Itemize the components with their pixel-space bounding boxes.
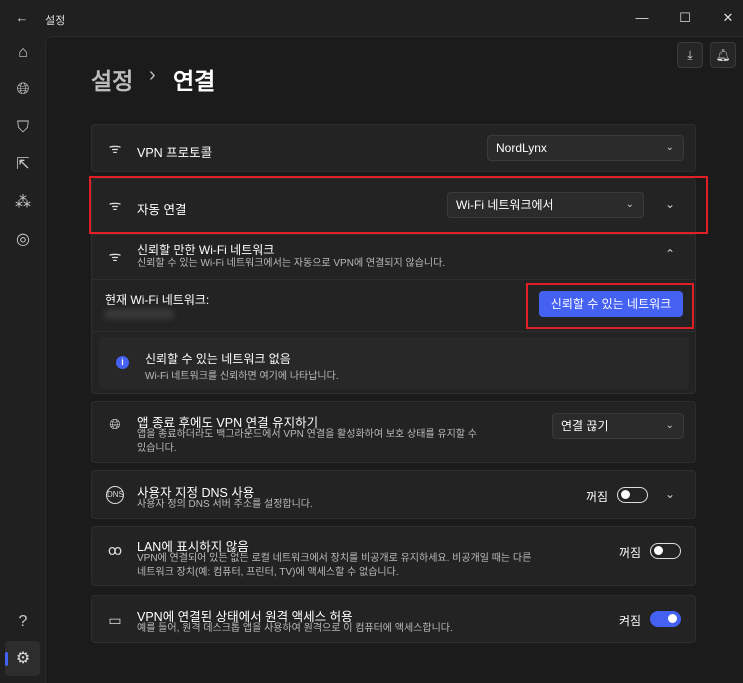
breadcrumb-root[interactable]: 설정 [91, 62, 133, 96]
globe-icon[interactable]: 🌐︎ [12, 79, 34, 101]
target-icon[interactable]: ◎ [12, 229, 34, 251]
custom-dns-toggle[interactable] [617, 487, 648, 503]
wifi-star-icon: ᯤ [108, 140, 122, 156]
meshnet-icon[interactable]: ⁂ [12, 192, 34, 214]
minimize-button[interactable]: — [630, 6, 654, 30]
lan-invisible-desc: VPN에 연결되어 있든 없든 로컬 네트워크에서 장치를 비공개로 유지하세요… [137, 553, 532, 578]
bell-icon[interactable]: 🔔︎ [710, 42, 736, 68]
remote-access-row: ▭ VPN에 연결된 상태에서 원격 액세스 허용 예를 들어, 원격 데스크톱… [91, 595, 696, 643]
shield-icon[interactable]: ⛉ [12, 117, 34, 139]
lan-invisible-toggle[interactable] [650, 543, 681, 559]
home-icon[interactable]: ⌂ [12, 42, 34, 64]
dns-icon: DNS [106, 486, 124, 504]
vpn-protocol-title: VPN 프로토콜 [137, 146, 213, 160]
current-wifi-label: 현재 Wi-Fi 네트워크: [105, 293, 210, 307]
lan-invisible-row: ꝏ LAN에 표시하지 않음 VPN에 연결되어 있든 없든 로컬 네트워크에서… [91, 526, 696, 586]
remote-desktop-icon: ▭ [108, 612, 122, 628]
custom-dns-row: DNS 사용자 지정 DNS 사용 사용자 정의 DNS 서버 주소를 설정합니… [91, 470, 696, 519]
highlight-trust-button [526, 283, 694, 329]
keep-vpn-row: 🌐︎ 앱 종료 후에도 VPN 연결 유지하기 앱을 종료하더라도 백그라운드에… [91, 401, 696, 463]
keep-vpn-select[interactable]: 연결 끊기 ⌄ [552, 413, 684, 439]
chevron-down-icon: ⌄ [665, 420, 674, 431]
globe-icon: 🌐︎ [109, 416, 121, 432]
maximize-button[interactable]: ☐ [673, 6, 697, 30]
empty-title: 신뢰할 수 있는 네트워크 없음 [145, 352, 291, 366]
empty-desc: Wi-Fi 네트워크를 신뢰하면 여기에 나타납니다. [145, 371, 339, 382]
remote-access-state: 켜짐 [619, 614, 642, 628]
window-title: 설정 [45, 15, 66, 27]
expand-chevron-icon[interactable]: ⌄ [660, 487, 680, 501]
download-icon[interactable]: ⤓ [677, 42, 703, 68]
wifi-icon: ᯤ [108, 248, 122, 264]
info-icon: i [116, 356, 129, 369]
highlight-auto-connect [89, 176, 708, 234]
network-name-blurred [104, 309, 174, 319]
help-icon[interactable]: ? [12, 611, 34, 633]
split-tunnel-icon[interactable]: ⇱ [12, 154, 34, 176]
remote-access-desc: 예를 들어, 원격 데스크톱 앱을 사용하여 원격으로 이 컴퓨터에 액세스합니… [137, 623, 453, 634]
chevron-down-icon: ⌄ [665, 142, 674, 153]
close-button[interactable]: ✕ [716, 6, 740, 30]
sidebar-item-settings[interactable]: ⚙ [5, 641, 40, 676]
empty-state: i 신뢰할 수 있는 네트워크 없음 Wi-Fi 네트워크를 신뢰하면 여기에 … [99, 337, 689, 389]
custom-dns-desc: 사용자 정의 DNS 서버 주소를 설정합니다. [137, 499, 313, 510]
back-button[interactable]: ← [10, 6, 34, 30]
active-indicator [5, 652, 8, 666]
vpn-protocol-row: ᯤ VPN 프로토콜 NordLynx ⌄ [91, 124, 696, 172]
vpn-protocol-select[interactable]: NordLynx ⌄ [487, 135, 684, 161]
keep-vpn-desc: 앱을 종료하더라도 백그라운드에서 VPN 연결을 활성화하여 보호 상태를 유… [137, 429, 477, 454]
lan-invisible-state: 꺼짐 [619, 546, 642, 560]
page-title: 연결 [173, 68, 216, 94]
custom-dns-state: 꺼짐 [586, 490, 609, 504]
trusted-wifi-desc: 신뢰할 수 있는 Wi-Fi 네트워크에서는 자동으로 VPN에 연결되지 않습… [137, 258, 446, 269]
collapse-chevron-icon[interactable]: ⌃ [660, 247, 680, 261]
trusted-wifi-title: 신뢰할 만한 Wi-Fi 네트워크 [137, 243, 275, 257]
incognito-icon: ꝏ [107, 542, 123, 558]
breadcrumb-separator: › [149, 64, 156, 86]
gear-icon: ⚙ [15, 650, 31, 667]
remote-access-toggle[interactable] [650, 611, 681, 627]
